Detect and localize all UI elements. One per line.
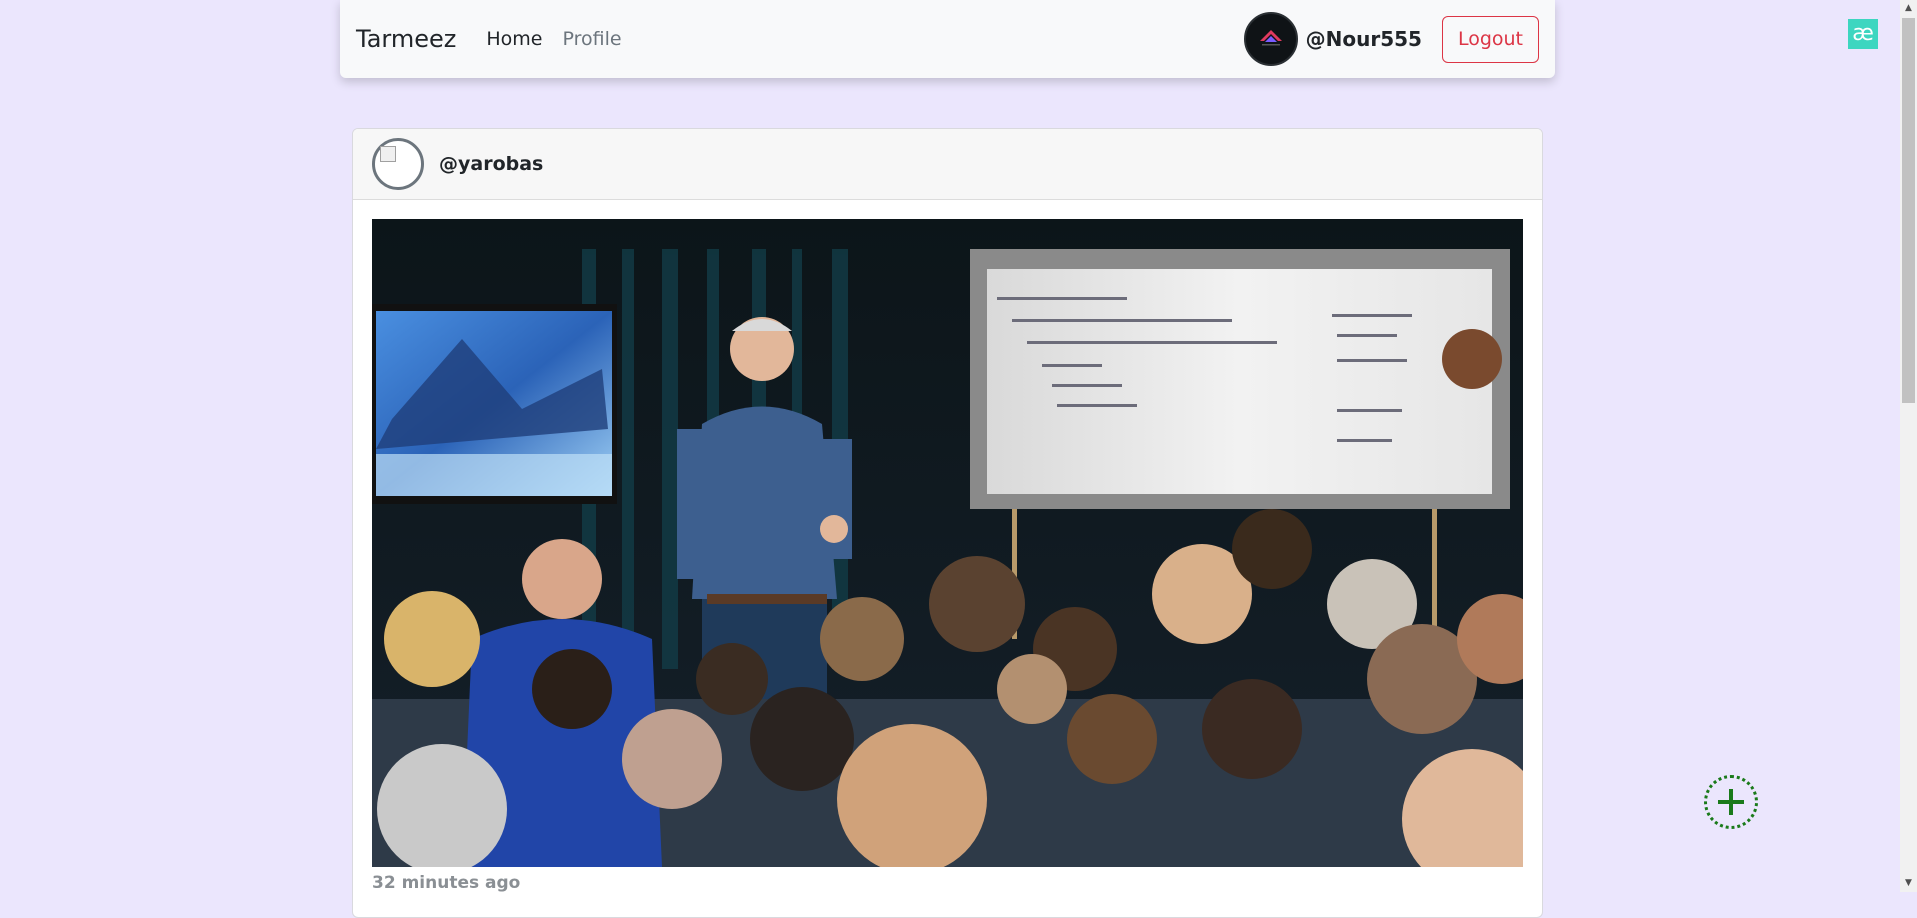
vertical-scrollbar[interactable]: ▲ ▼ [1900,0,1917,892]
avatar-logo-icon [1259,30,1282,46]
user-avatar[interactable] [1243,12,1298,66]
post-header: @yarobas [353,129,1542,200]
add-post-button[interactable] [1704,775,1758,829]
top-navbar: Tarmeez Home Profile @Nour555 Logout [340,0,1555,78]
brand-logo[interactable]: Tarmeez [356,25,456,53]
nav-link-home[interactable]: Home [486,28,542,50]
current-username[interactable]: @Nour555 [1306,27,1422,51]
post-body: 32 minutes ago [353,200,1542,893]
scroll-up-icon[interactable]: ▲ [1900,0,1917,17]
post-timestamp: 32 minutes ago [372,873,521,893]
scrollbar-thumb[interactable] [1902,18,1915,403]
extension-icon[interactable]: æ [1848,19,1878,49]
broken-image-icon [380,146,396,162]
nav-link-profile[interactable]: Profile [562,28,621,50]
post-author-avatar[interactable] [372,138,424,190]
post-author-username[interactable]: @yarobas [439,153,543,175]
scroll-down-icon[interactable]: ▼ [1900,875,1917,892]
logout-button[interactable]: Logout [1441,15,1539,63]
post-image[interactable] [372,219,1523,867]
plus-icon [1718,789,1744,815]
post-card: @yarobas 32 minutes ago [352,128,1543,918]
